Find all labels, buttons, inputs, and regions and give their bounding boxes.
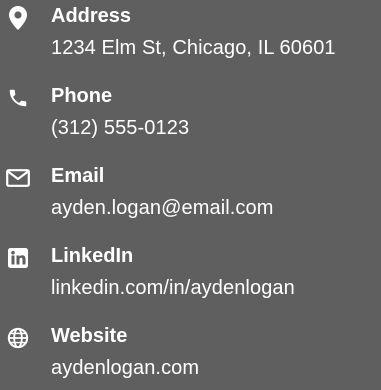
contact-item-website: Website aydenlogan.com xyxy=(0,320,381,390)
linkedin-icon xyxy=(6,246,30,270)
phone-label: Phone xyxy=(51,85,113,107)
linkedin-link[interactable]: linkedin.com/in/aydenlogan xyxy=(51,275,295,301)
email-link[interactable]: ayden.logan@email.com xyxy=(51,195,274,221)
contact-item-phone: Phone (312) 555-0123 xyxy=(0,80,381,150)
contact-item-address: Address 1234 Elm St, Chicago, IL 60601 xyxy=(0,0,381,70)
contact-item-email: Email ayden.logan@email.com xyxy=(0,160,381,230)
contact-list: Address 1234 Elm St, Chicago, IL 60601 P… xyxy=(0,0,381,387)
globe-icon xyxy=(6,326,30,350)
email-label: Email xyxy=(51,165,105,187)
linkedin-label: LinkedIn xyxy=(51,245,134,267)
website-label: Website xyxy=(51,325,128,347)
address-label: Address xyxy=(51,5,132,27)
website-link[interactable]: aydenlogan.com xyxy=(51,355,199,381)
phone-icon xyxy=(6,86,30,110)
envelope-icon xyxy=(6,166,30,190)
map-pin-icon xyxy=(6,6,30,30)
address-value: 1234 Elm St, Chicago, IL 60601 xyxy=(51,37,336,59)
contact-item-linkedin: LinkedIn linkedin.com/in/aydenlogan xyxy=(0,240,381,310)
phone-link[interactable]: (312) 555-0123 xyxy=(51,115,189,141)
